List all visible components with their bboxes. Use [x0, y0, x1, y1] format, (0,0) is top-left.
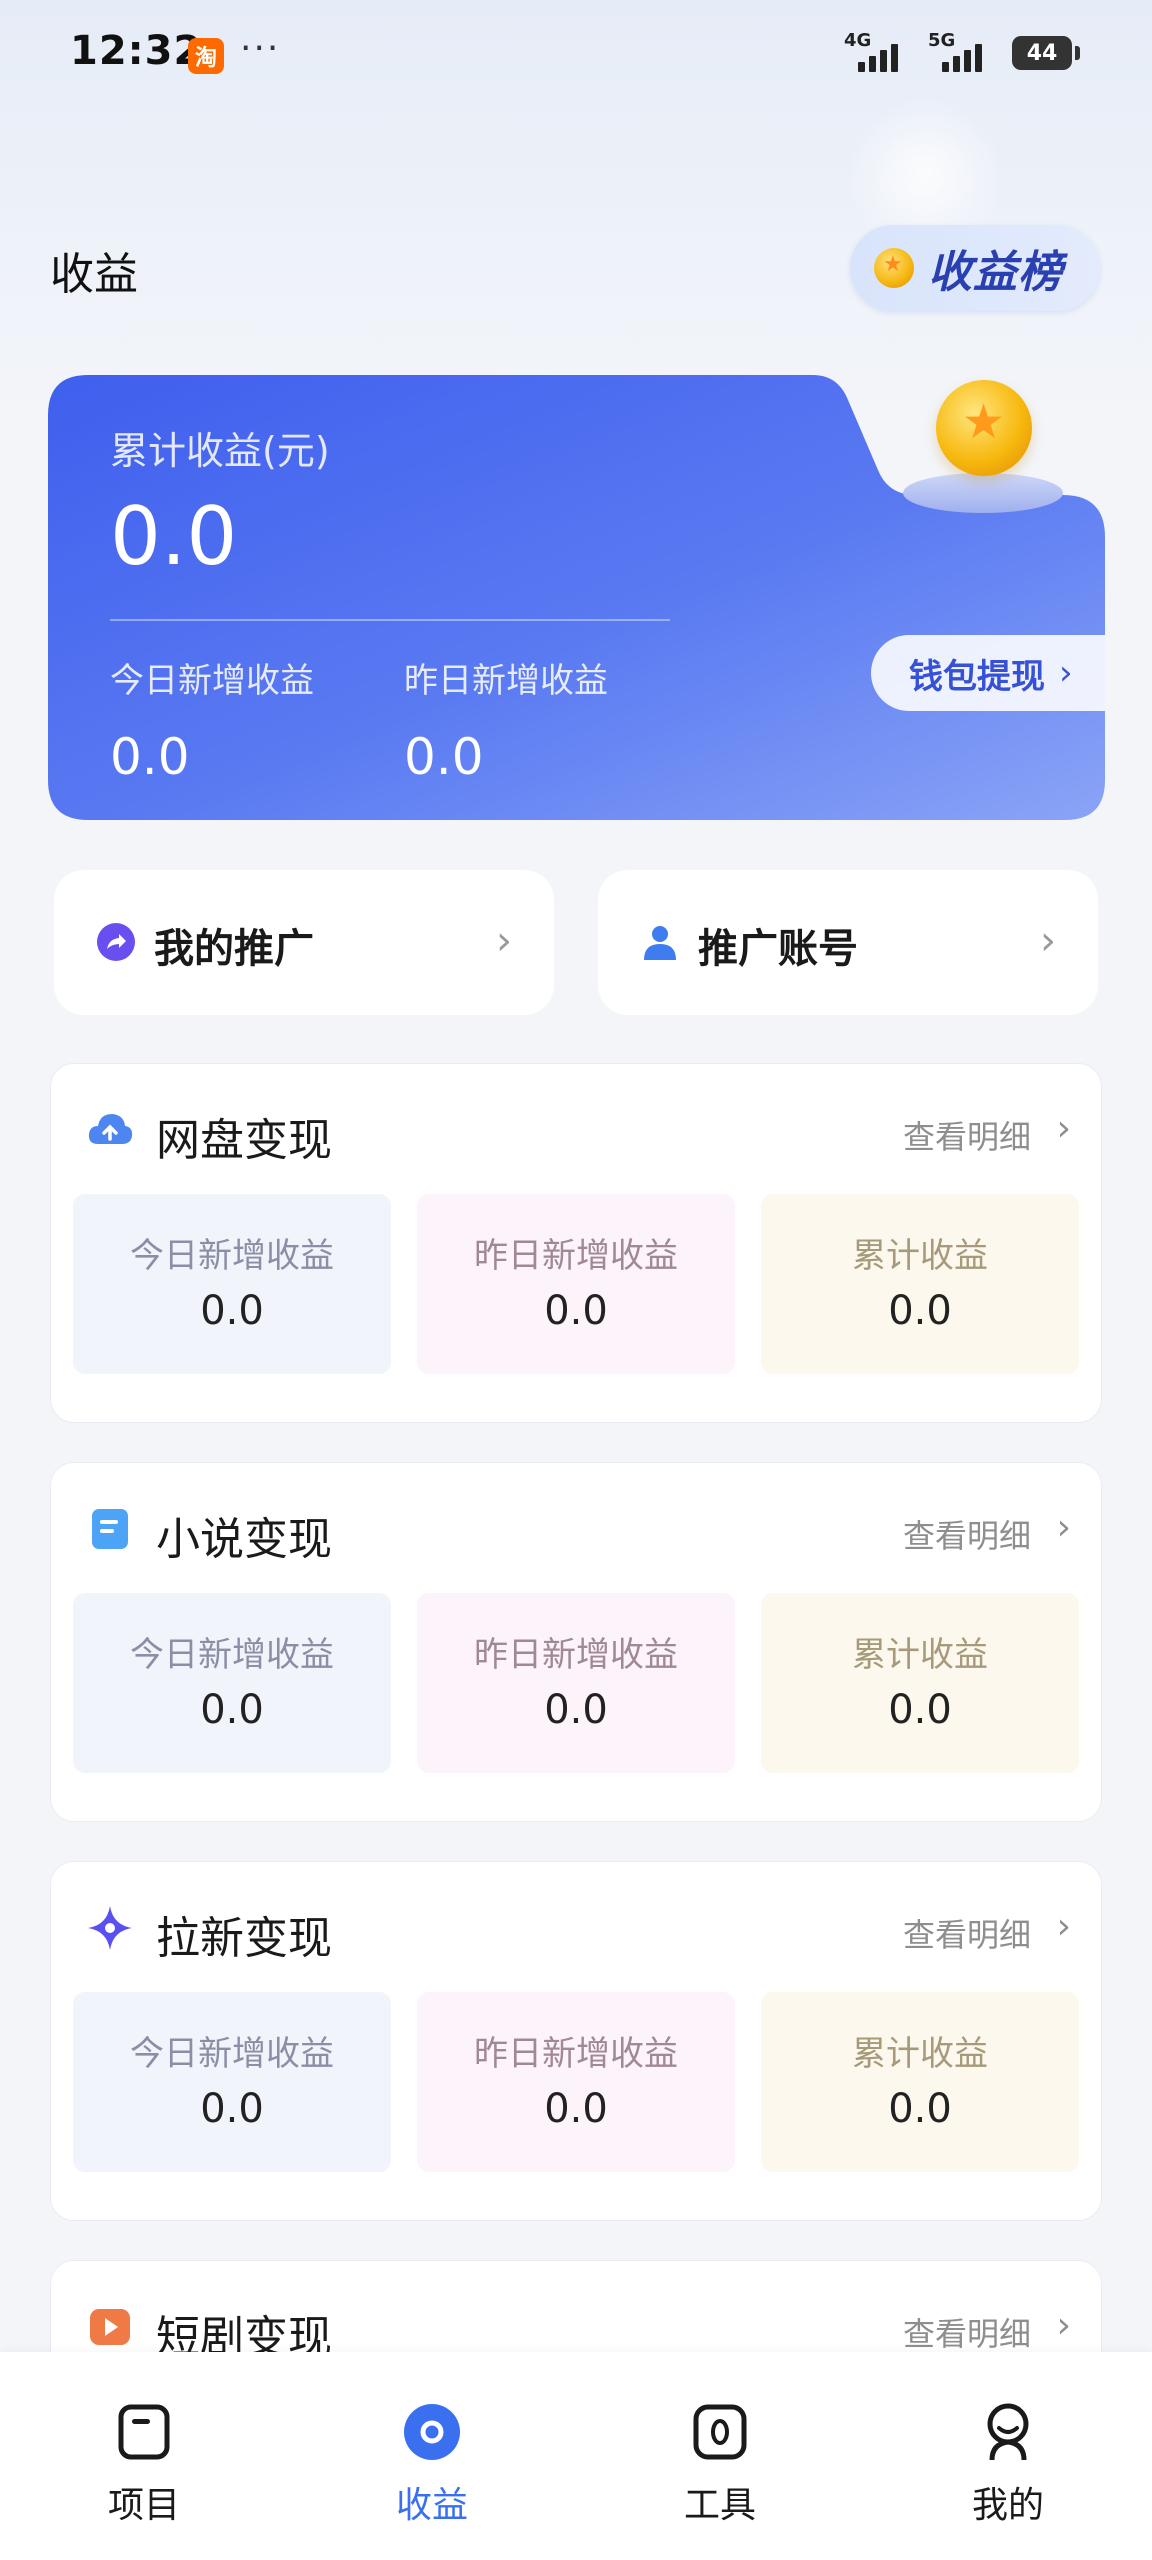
signal-5g-icon: 5G: [928, 30, 998, 74]
taobao-notification-icon: 淘: [188, 38, 224, 74]
nav-item-tools[interactable]: 工具: [576, 2352, 864, 2560]
profile-icon: [987, 2403, 1029, 2461]
more-notifications-icon: ···: [240, 28, 281, 69]
medal-icon: [874, 248, 914, 288]
stat-value: 0.0: [544, 1288, 608, 1334]
chevron-right-icon[interactable]: ›: [1057, 2305, 1071, 2346]
stat-value: 0.0: [544, 2086, 608, 2132]
stat-value: 0.0: [888, 1288, 952, 1334]
chevron-right-icon[interactable]: ›: [1057, 1906, 1071, 1947]
stat-label: 累计收益: [852, 1635, 988, 1675]
yesterday-stat-card: 昨日新增收益 0.0: [417, 1992, 735, 2172]
yesterday-earnings-label: 昨日新增收益: [404, 661, 608, 701]
section-title: 小说变现: [156, 1514, 332, 1565]
view-details-link[interactable]: 查看明细: [903, 2309, 1031, 2355]
stat-label: 今日新增收益: [130, 1236, 334, 1276]
status-time: 12:32: [70, 28, 203, 74]
tools-icon: [693, 2404, 747, 2460]
total-earnings-label: 累计收益(元): [110, 429, 330, 473]
referral-earnings-section: 拉新变现 查看明细 › 今日新增收益 0.0 昨日新增收益 0.0 累计收益 0…: [50, 1861, 1102, 2221]
my-promotion-label: 我的推广: [154, 926, 314, 972]
total-stat-card: 累计收益 0.0: [761, 1593, 1079, 1773]
stat-label: 昨日新增收益: [474, 1635, 678, 1675]
stat-value: 0.0: [888, 2086, 952, 2132]
stat-label: 昨日新增收益: [474, 1236, 678, 1276]
chevron-right-icon[interactable]: ›: [1057, 1507, 1071, 1548]
yesterday-stat-card: 昨日新增收益 0.0: [417, 1194, 735, 1374]
stat-label: 累计收益: [852, 2034, 988, 2074]
total-stat-card: 累计收益 0.0: [761, 1194, 1079, 1374]
nav-label: 我的: [971, 2485, 1044, 2526]
section-title: 网盘变现: [156, 1115, 332, 1166]
play-icon: [90, 2309, 130, 2345]
today-earnings-value: 0.0: [110, 728, 190, 786]
cloud-upload-icon: [88, 1114, 133, 1144]
stat-label: 今日新增收益: [130, 2034, 334, 2074]
share-arrow-icon: [97, 923, 135, 961]
page-title: 收益: [50, 249, 138, 300]
nav-item-projects[interactable]: 项目: [0, 2352, 288, 2560]
cloud-drive-earnings-section: 网盘变现 查看明细 › 今日新增收益 0.0 昨日新增收益 0.0 累计收益 0…: [50, 1063, 1102, 1423]
promotion-account-label: 推广账号: [698, 926, 858, 972]
stat-value: 0.0: [888, 1687, 952, 1733]
bottom-navigation: 项目 收益 工具 我的: [0, 2352, 1152, 2560]
total-stat-card: 累计收益 0.0: [761, 1992, 1079, 2172]
novel-earnings-section: 小说变现 查看明细 › 今日新增收益 0.0 昨日新增收益 0.0 累计收益 0…: [50, 1462, 1102, 1822]
nav-item-profile[interactable]: 我的: [864, 2352, 1152, 2560]
wallet-withdraw-button[interactable]: 钱包提现 ›: [871, 635, 1105, 711]
stat-value: 0.0: [200, 1288, 264, 1334]
view-details-link[interactable]: 查看明细: [903, 1511, 1031, 1557]
nav-label: 项目: [107, 2485, 180, 2526]
yesterday-stat-card: 昨日新增收益 0.0: [417, 1593, 735, 1773]
today-stat-card: 今日新增收益 0.0: [73, 1593, 391, 1773]
promotion-account-button[interactable]: 推广账号 ›: [598, 870, 1098, 1015]
earnings-icon: [404, 2404, 460, 2460]
chevron-right-icon: ›: [1059, 653, 1073, 693]
nav-item-earnings[interactable]: 收益: [288, 2352, 576, 2560]
stat-value: 0.0: [200, 2086, 264, 2132]
chevron-right-icon: ›: [496, 918, 512, 964]
yesterday-earnings-value: 0.0: [404, 728, 484, 786]
earnings-ranking-button[interactable]: 收益榜: [850, 225, 1100, 311]
ranking-button-label: 收益榜: [928, 247, 1063, 298]
trophy-pedestal-icon: [903, 473, 1063, 513]
today-stat-card: 今日新增收益 0.0: [73, 1992, 391, 2172]
sparkle-icon: [88, 1906, 132, 1950]
nav-label: 工具: [683, 2485, 756, 2526]
project-icon: [118, 2404, 170, 2460]
earnings-summary-card: 累计收益(元) 0.0 今日新增收益 0.0 昨日新增收益 0.0 钱包提现 ›: [48, 375, 1105, 820]
stat-value: 0.0: [200, 1687, 264, 1733]
today-stat-card: 今日新增收益 0.0: [73, 1194, 391, 1374]
chevron-right-icon[interactable]: ›: [1057, 1108, 1071, 1149]
nav-label: 收益: [395, 2485, 468, 2526]
person-icon: [644, 926, 676, 960]
status-bar: 12:32 淘 ··· 4G 5G 44: [0, 0, 1152, 110]
divider: [110, 619, 670, 621]
gold-coin-icon: [936, 380, 1032, 476]
section-title: 拉新变现: [156, 1913, 332, 1964]
view-details-link[interactable]: 查看明细: [903, 1910, 1031, 1956]
my-promotion-button[interactable]: 我的推广 ›: [54, 870, 554, 1015]
total-earnings-value: 0.0: [110, 490, 238, 583]
stat-label: 今日新增收益: [130, 1635, 334, 1675]
signal-4g-icon: 4G: [844, 30, 914, 74]
today-earnings-label: 今日新增收益: [110, 661, 314, 701]
stat-label: 昨日新增收益: [474, 2034, 678, 2074]
battery-icon: 44: [1012, 36, 1080, 70]
book-icon: [92, 1509, 128, 1549]
chevron-right-icon: ›: [1040, 918, 1056, 964]
stat-label: 累计收益: [852, 1236, 988, 1276]
wallet-withdraw-label: 钱包提现: [909, 656, 1045, 697]
view-details-link[interactable]: 查看明细: [903, 1112, 1031, 1158]
stat-value: 0.0: [544, 1687, 608, 1733]
